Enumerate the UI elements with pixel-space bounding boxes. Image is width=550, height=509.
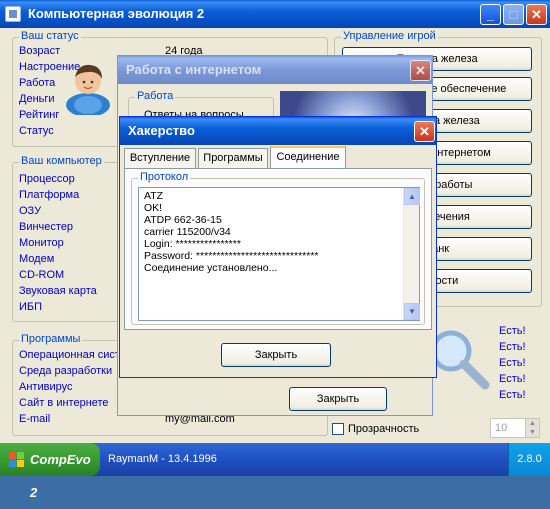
- protocol-line: OK!: [144, 202, 163, 214]
- computer-item-sound[interactable]: Звуковая карта: [19, 285, 97, 297]
- version-tray: 2.8.0: [508, 443, 550, 476]
- program-item-os[interactable]: Операционная сист: [19, 349, 120, 361]
- has-status-1: Есть!: [499, 325, 526, 337]
- task-label[interactable]: RaymanM - 13.4.1996: [108, 443, 217, 476]
- user-avatar-icon: [60, 55, 120, 117]
- has-status-4: Есть!: [499, 373, 526, 385]
- hacking-close-label: Закрыть: [254, 349, 298, 361]
- protocol-log[interactable]: ATZ OK! ATDP 662-36-15 carrier 115200/v3…: [138, 187, 420, 321]
- main-titlebar[interactable]: Компьютерная эволюция 2 _ □ ✕: [0, 0, 550, 28]
- tab-panel: Протокол ATZ OK! ATDP 662-36-15 carrier …: [124, 168, 432, 330]
- has-status-5: Есть!: [499, 389, 526, 401]
- computer-item-modem[interactable]: Модем: [19, 253, 54, 265]
- close-icon: ✕: [419, 124, 430, 139]
- tab-intro-label: Вступление: [129, 152, 191, 164]
- hacking-close-button[interactable]: ✕: [414, 121, 435, 142]
- scroll-up-arrow-icon[interactable]: ▲: [404, 188, 420, 205]
- hacking-window: Хакерство ✕ Вступление Программы Соедине…: [119, 116, 437, 378]
- maximize-icon: □: [509, 7, 518, 22]
- internet-close-label: Закрыть: [316, 393, 360, 405]
- status-label-job[interactable]: Работа: [19, 77, 55, 89]
- close-icon: ✕: [531, 7, 542, 22]
- computer-item-ram[interactable]: ОЗУ: [19, 205, 41, 217]
- status-label-rating[interactable]: Рейтинг: [19, 109, 59, 121]
- computer-item-platform[interactable]: Платформа: [19, 189, 79, 201]
- computer-item-monitor[interactable]: Монитор: [19, 237, 64, 249]
- internet-window-title: Работа с интернетом: [126, 62, 262, 77]
- spinner-arrows-icon[interactable]: ▲ ▼: [525, 419, 539, 437]
- protocol-scrollbar[interactable]: ▲ ▼: [403, 188, 420, 320]
- status-label-status[interactable]: Статус: [19, 125, 54, 137]
- tab-connection-label: Соединение: [276, 151, 340, 163]
- transparency-checkbox[interactable]: [332, 423, 344, 435]
- hacking-tabs: Вступление Программы Соединение: [124, 146, 434, 168]
- program-item-antivirus[interactable]: Антивирус: [19, 381, 72, 393]
- transparency-spinner[interactable]: 10 ▲ ▼: [490, 418, 540, 438]
- internet-titlebar[interactable]: Работа с интернетом ✕: [118, 56, 432, 84]
- computer-item-cdrom[interactable]: CD-ROM: [19, 269, 64, 281]
- has-status-2: Есть!: [499, 341, 526, 353]
- status-label-age[interactable]: Возраст: [19, 45, 60, 57]
- scroll-down-arrow-icon[interactable]: ▼: [404, 303, 420, 320]
- status-label-money[interactable]: Деньги: [19, 93, 55, 105]
- protocol-group-title: Протокол: [138, 171, 191, 183]
- hacking-titlebar[interactable]: Хакерство ✕: [120, 117, 436, 145]
- minimize-button[interactable]: _: [480, 4, 501, 25]
- transparency-value: 10: [495, 422, 508, 434]
- start-logo-icon: [9, 452, 25, 468]
- tab-programs-label: Программы: [203, 152, 263, 164]
- protocol-lines: ATZ OK! ATDP 662-36-15 carrier 115200/v3…: [144, 190, 319, 274]
- internet-close-button[interactable]: ✕: [410, 60, 431, 81]
- protocol-line: Password: ******************************: [144, 250, 319, 262]
- computer-item-ups[interactable]: ИБП: [19, 301, 42, 313]
- transparency-label[interactable]: Прозрачность: [348, 423, 419, 435]
- computer-item-cpu[interactable]: Процессор: [19, 173, 75, 185]
- protocol-line: Соединение установлено...: [144, 262, 278, 274]
- taskbar: CompEvo 2 RaymanM - 13.4.1996 2.8.0: [0, 443, 550, 500]
- main-window-title: Компьютерная эволюция 2: [28, 6, 205, 21]
- computer-item-hdd[interactable]: Винчестер: [19, 221, 73, 233]
- computer-group-title: Ваш компьютер: [19, 155, 104, 167]
- has-status-3: Есть!: [499, 357, 526, 369]
- protocol-line: ATZ: [144, 190, 164, 202]
- programs-group-title: Программы: [19, 333, 83, 345]
- program-item-website[interactable]: Сайт в интернете: [19, 397, 109, 409]
- protocol-line: carrier 115200/v34: [144, 226, 231, 238]
- tab-programs[interactable]: Программы: [198, 148, 268, 168]
- protocol-line: Login: ****************: [144, 238, 241, 250]
- start-label: CompEvo 2: [30, 452, 91, 500]
- tab-connection[interactable]: Соединение: [270, 146, 346, 168]
- internet-close-dialog-button[interactable]: Закрыть: [289, 387, 387, 411]
- program-item-ide[interactable]: Среда разработки: [19, 365, 112, 377]
- hacking-close-dialog-button[interactable]: Закрыть: [221, 343, 331, 367]
- protocol-line: ATDP 662-36-15: [144, 214, 222, 226]
- tab-intro[interactable]: Вступление: [124, 148, 196, 168]
- maximize-button[interactable]: □: [503, 4, 524, 25]
- internet-work-group-title: Работа: [135, 90, 176, 102]
- close-icon: ✕: [415, 63, 426, 78]
- program-item-email[interactable]: E-mail: [19, 413, 50, 425]
- control-group-title: Управление игрой: [341, 30, 438, 42]
- close-button[interactable]: ✕: [526, 4, 547, 25]
- version-label: 2.8.0: [517, 453, 542, 465]
- protocol-group: Протокол ATZ OK! ATDP 662-36-15 carrier …: [131, 171, 425, 325]
- hacking-window-title: Хакерство: [128, 123, 195, 138]
- minimize-icon: _: [486, 7, 495, 22]
- status-group-title: Ваш статус: [19, 30, 81, 42]
- start-button[interactable]: CompEvo 2: [0, 443, 100, 500]
- app-icon: [5, 6, 21, 22]
